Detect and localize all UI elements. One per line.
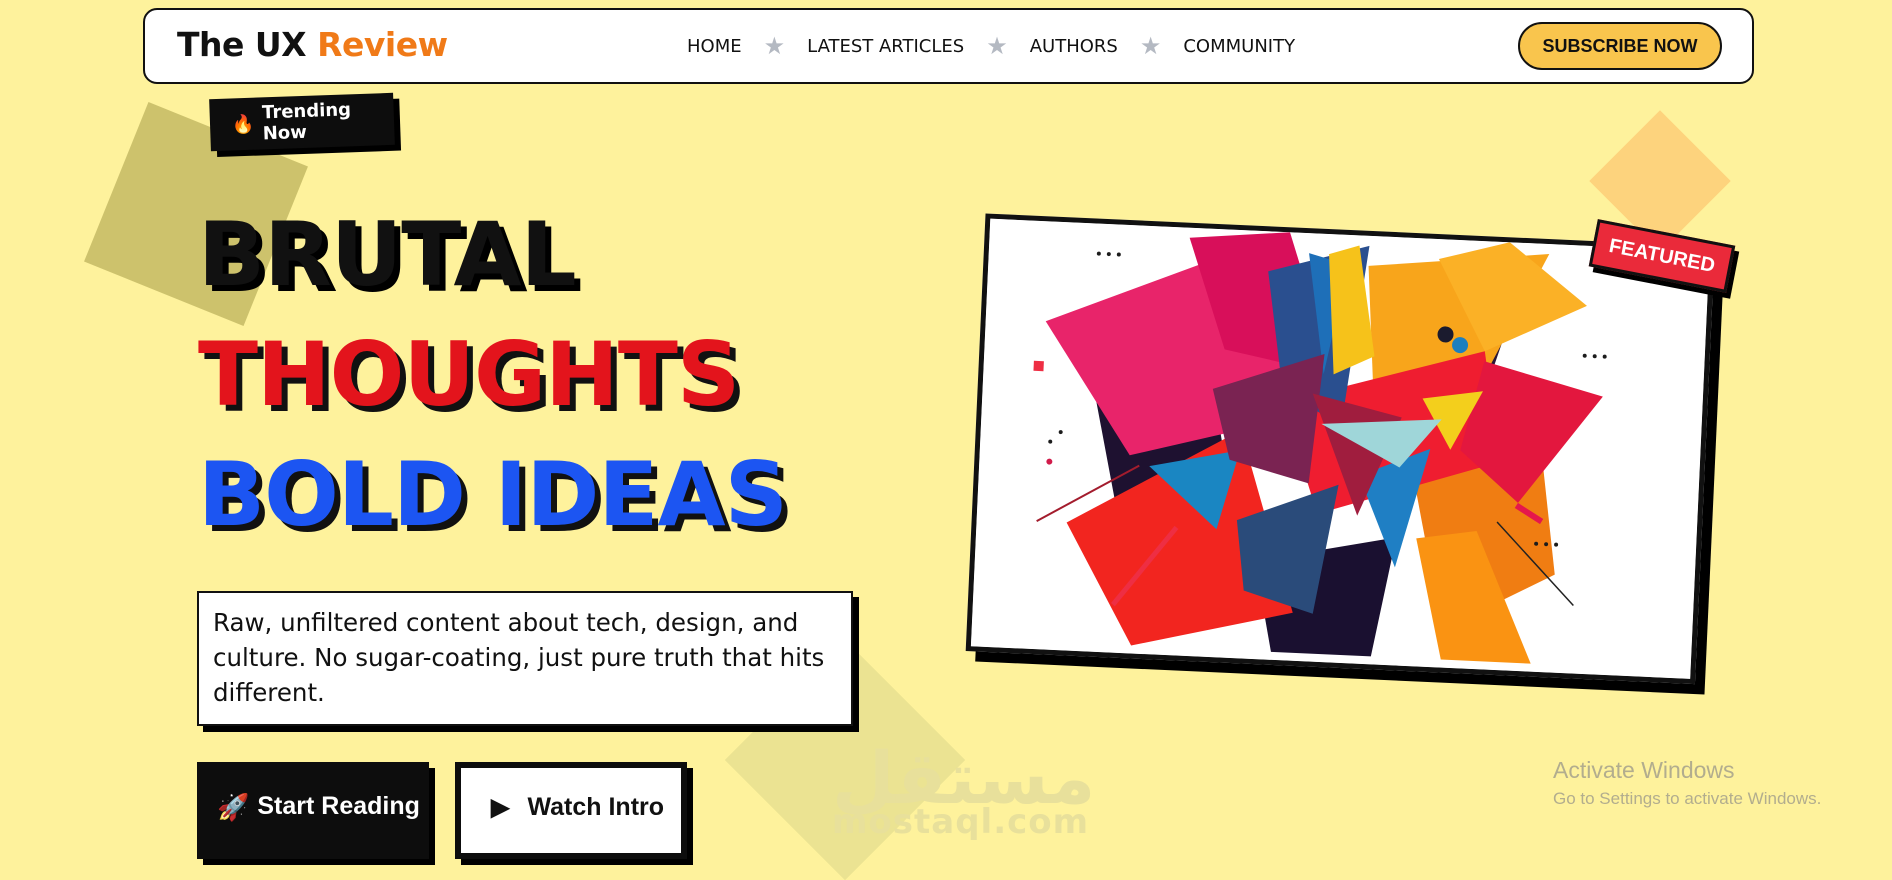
star-icon: ★ — [763, 32, 786, 60]
nav-home-link[interactable]: HOME — [687, 36, 742, 57]
featured-card[interactable] — [965, 213, 1725, 695]
headline-line-3: BOLD IDEAS — [198, 443, 788, 546]
featured-artwork — [970, 218, 1710, 679]
headline-line-1: BRUTAL — [198, 203, 577, 306]
featured-image-frame — [965, 213, 1715, 685]
trending-label: Trending Now — [261, 99, 352, 145]
main-nav: HOME ★ LATEST ARTICLES ★ AUTHORS ★ COMMU… — [687, 10, 1295, 82]
rocket-icon: 🚀 — [217, 792, 250, 822]
hero-description: Raw, unfiltered content about tech, desi… — [197, 591, 853, 726]
watch-intro-button[interactable]: ▶ Watch Intro — [455, 762, 687, 859]
start-reading-button[interactable]: 🚀 Start Reading — [197, 762, 429, 859]
headline-line-2: THOUGHTS — [198, 323, 740, 426]
watch-intro-label: Watch Intro — [527, 793, 665, 821]
site-logo[interactable]: The UX Review — [177, 24, 448, 66]
nav-latest-articles-link[interactable]: LATEST ARTICLES — [807, 36, 964, 57]
trending-badge: 🔥 Trending Now — [209, 92, 395, 152]
subscribe-button[interactable]: SUBSCRIBE NOW — [1518, 22, 1722, 70]
play-icon: ▶ — [491, 794, 510, 821]
nav-community-link[interactable]: COMMUNITY — [1183, 36, 1295, 57]
start-reading-label: Start Reading — [257, 792, 420, 820]
star-icon: ★ — [986, 32, 1008, 60]
watermark-latin: mostaql.com — [832, 802, 1090, 842]
logo-accent-text: Review — [317, 25, 448, 64]
nav-authors-link[interactable]: AUTHORS — [1030, 36, 1118, 57]
activate-windows-title: Activate Windows — [1553, 757, 1735, 783]
flame-icon: 🔥 — [231, 113, 255, 135]
star-icon: ★ — [1139, 32, 1162, 60]
logo-text: The UX — [177, 25, 318, 64]
activate-windows-subtitle: Go to Settings to activate Windows. — [1553, 789, 1822, 808]
top-navbar: The UX Review HOME ★ LATEST ARTICLES ★ A… — [143, 8, 1754, 84]
